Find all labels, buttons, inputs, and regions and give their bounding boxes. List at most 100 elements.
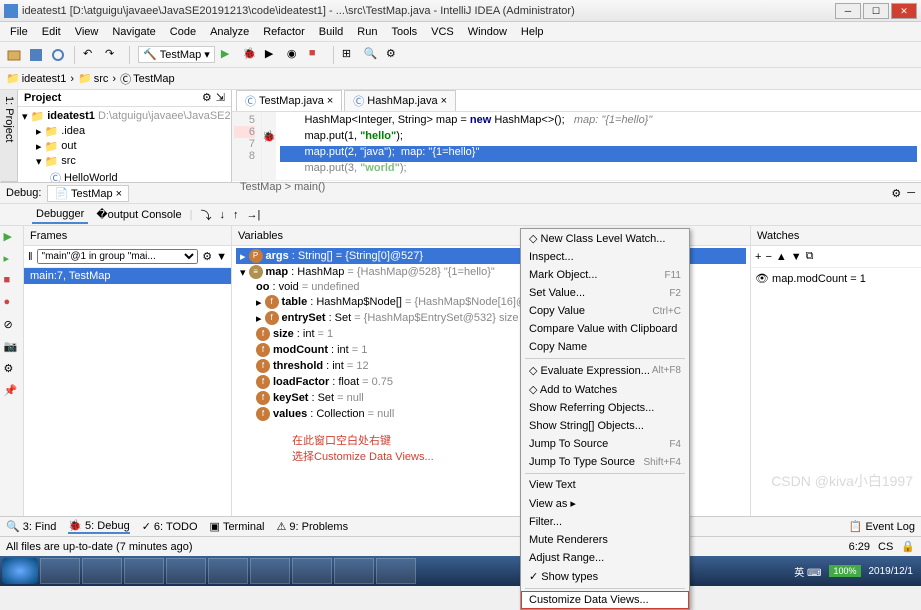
ctx-view-as[interactable]: View as ▸ [521,494,689,513]
menu-tools[interactable]: Tools [385,24,423,40]
ctx-show-referring-objects-[interactable]: Show Referring Objects... [521,399,689,417]
task-item[interactable] [334,558,374,584]
crumb-src[interactable]: 📁 src [78,72,108,85]
step-over-icon[interactable]: ⤵ [200,207,211,223]
maximize-button[interactable]: ☐ [863,3,889,19]
ctx-evaluate-expression-[interactable]: ◇ Evaluate Expression...Alt+F8 [521,361,689,380]
crumb-project[interactable]: 📁 ideatest1 [6,72,66,85]
run-to-cursor-icon[interactable]: →| [246,209,260,221]
run-config-selector[interactable]: 🔨 TestMap ▾ [138,46,215,63]
resume-icon[interactable]: ▸ [4,252,20,268]
gear-icon[interactable]: ⚙ [202,91,212,104]
menu-view[interactable]: View [69,24,105,40]
project-tree[interactable]: ▾📁 ideatest1 D:\atguigu\javaee\JavaSE201… [18,107,231,182]
remove-watch-icon[interactable]: − [765,251,771,263]
ctx-add-to-watches[interactable]: ◇ Add to Watches [521,380,689,399]
step-out-icon[interactable]: ↑ [233,209,239,221]
menu-code[interactable]: Code [164,24,202,40]
ctx-mark-object-[interactable]: Mark Object...F11 [521,266,689,284]
tab-console[interactable]: �output Console [96,208,181,221]
tab-problems[interactable]: ⚠ 9: Problems [277,520,349,533]
ctx-set-value-[interactable]: Set Value...F2 [521,284,689,302]
redo-icon[interactable]: ↷ [105,47,121,63]
menu-refactor[interactable]: Refactor [257,24,311,40]
stop-icon[interactable]: ■ [4,274,20,290]
ctx-view-text[interactable]: View Text [521,476,689,494]
ctx-copy-value[interactable]: Copy ValueCtrl+C [521,302,689,320]
ctx-jump-to-type-source[interactable]: Jump To Type SourceShift+F4 [521,453,689,471]
tab-hashmap[interactable]: ⒸHashMap.java× [344,90,456,111]
profile-icon[interactable]: ◉ [287,47,303,63]
up-icon[interactable]: ▲ [776,251,787,263]
watch-item[interactable]: 👁 map.modCount = 1 [751,268,921,289]
menu-edit[interactable]: Edit [36,24,67,40]
zoom-badge[interactable]: 100% [829,565,860,577]
task-item[interactable] [82,558,122,584]
debug-icon[interactable]: 🐞 [243,47,259,63]
refresh-icon[interactable] [50,47,66,63]
run-icon[interactable]: ▶ [221,47,237,63]
funnel-icon[interactable]: ▼ [216,251,227,263]
menu-vcs[interactable]: VCS [425,24,460,40]
down-icon[interactable]: ▼ [791,251,802,263]
frame-selected[interactable]: main:7, TestMap [24,268,231,284]
undo-icon[interactable]: ↶ [83,47,99,63]
crumb-file[interactable]: Ⓒ TestMap [120,71,175,87]
task-item[interactable] [208,558,248,584]
minimize-button[interactable]: ─ [835,3,861,19]
ctx-mute-renderers[interactable]: Mute Renderers [521,531,689,549]
task-item[interactable] [376,558,416,584]
menu-analyze[interactable]: Analyze [204,24,255,40]
task-item[interactable] [292,558,332,584]
clock[interactable]: 2019/12/1 [863,566,920,577]
mute-icon[interactable]: ⊘ [4,318,20,334]
start-button[interactable] [2,558,38,584]
filter-icon[interactable]: ⚙ [202,250,212,263]
pin-icon[interactable]: 📌 [4,384,20,400]
menu-file[interactable]: File [4,24,34,40]
menu-help[interactable]: Help [515,24,550,40]
close-button[interactable]: ✕ [891,3,917,19]
breakpoints-icon[interactable]: ● [4,296,20,312]
close-tab-icon[interactable]: × [441,95,447,107]
menu-navigate[interactable]: Navigate [106,24,161,40]
task-item[interactable] [250,558,290,584]
search-icon[interactable]: 🔍 [364,47,380,63]
ctx-inspect-[interactable]: Inspect... [521,248,689,266]
tab-debugger[interactable]: Debugger [32,206,88,224]
tab-terminal[interactable]: ▣ Terminal [210,520,265,533]
settings-icon[interactable]: ⚙ [386,47,402,63]
add-watch-icon[interactable]: + [755,251,761,263]
ctx-filter-[interactable]: Filter... [521,513,689,531]
camera-icon[interactable]: 📷 [4,340,20,356]
collapse-icon[interactable]: ⇲ [216,91,225,104]
ctx-new-class-level-watch-[interactable]: ◇ New Class Level Watch... [521,229,689,248]
ctx-adjust-range-[interactable]: Adjust Range... [521,549,689,567]
code-area[interactable]: 5 6 7 8 🐞 HashMap<Integer, String> map =… [232,112,921,180]
thread-select[interactable]: "main"@1 in group "mai... [37,249,199,264]
task-item[interactable] [40,558,80,584]
step-into-icon[interactable]: ↓ [219,209,225,221]
menu-build[interactable]: Build [313,24,349,40]
pause-icon[interactable]: ‖ [28,251,33,263]
ctx-customize-data-views-[interactable]: Customize Data Views... [521,591,689,609]
ctx-show-string-objects-[interactable]: Show String[] Objects... [521,417,689,435]
tab-testmap[interactable]: ⒸTestMap.java× [236,90,342,111]
gear-icon[interactable]: ⚙ [891,187,901,200]
settings-icon[interactable]: ⚙ [4,362,20,378]
tab-find[interactable]: 🔍 3: Find [6,520,56,533]
rerun-icon[interactable]: ▶ [4,230,20,246]
menu-run[interactable]: Run [351,24,383,40]
lock-icon[interactable]: 🔒 [901,540,915,553]
save-icon[interactable] [28,47,44,63]
menu-window[interactable]: Window [462,24,513,40]
stop-icon[interactable]: ■ [309,47,325,63]
tab-debug[interactable]: 🐞 5: Debug [68,519,129,534]
open-icon[interactable] [6,47,22,63]
ctx-show-types[interactable]: ✓ Show types [521,567,689,586]
minimize-icon[interactable]: ─ [907,187,915,199]
tab-eventlog[interactable]: 📋 Event Log [849,520,915,533]
coverage-icon[interactable]: ▶ [265,47,281,63]
task-item[interactable] [124,558,164,584]
copy-icon[interactable]: ⧉ [806,250,814,263]
